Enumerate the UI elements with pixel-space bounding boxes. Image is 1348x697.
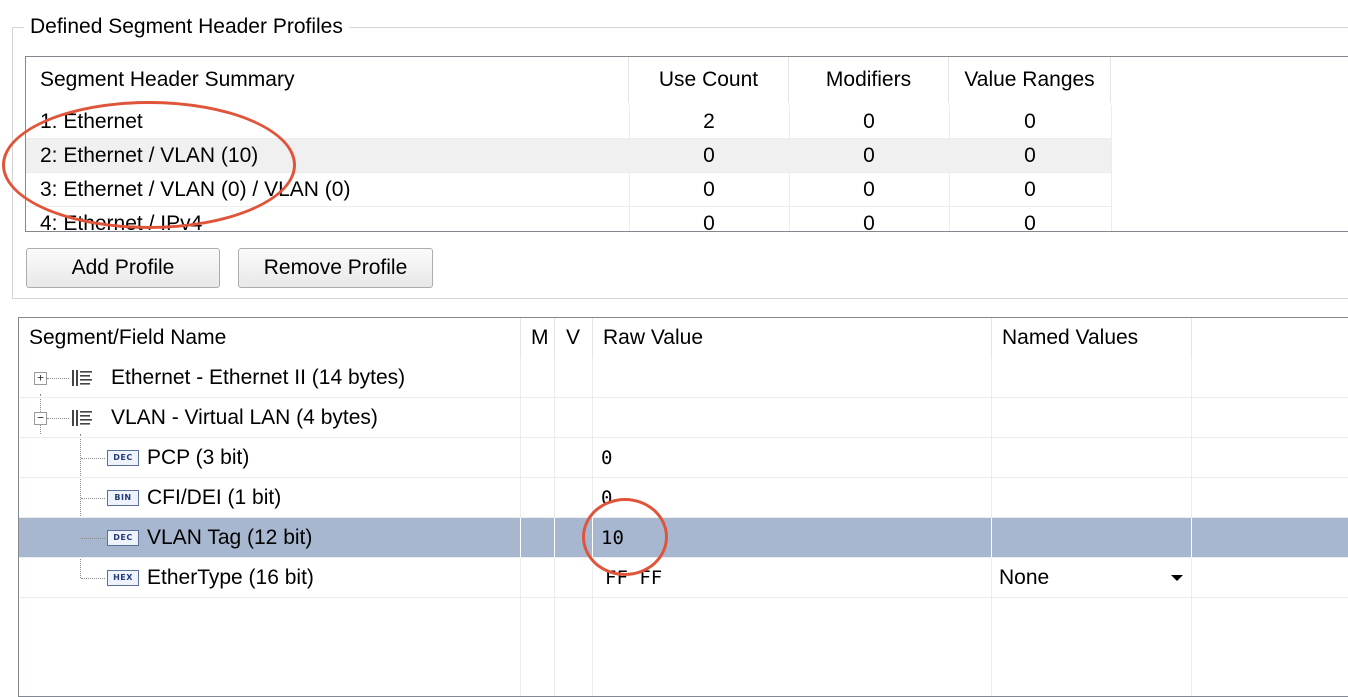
profile-row[interactable]: 4: Ethernet / IPv4 0 0 0 [26, 207, 1111, 232]
dec-type-icon: DEC [107, 530, 139, 546]
header-value-ranges[interactable]: Value Ranges [949, 57, 1111, 103]
expand-icon[interactable]: + [34, 372, 47, 385]
hex-type-icon: HEX [107, 570, 139, 586]
raw-value[interactable]: FF FF [605, 558, 662, 598]
profile-value-ranges: 0 [1024, 178, 1036, 201]
header-raw-value[interactable]: Raw Value [593, 318, 992, 356]
col-divider [1111, 105, 1112, 231]
raw-value[interactable]: 0 [601, 478, 612, 518]
segment-icon [72, 370, 92, 386]
field-name: EtherType (16 bit) [147, 566, 314, 589]
group-title: Defined Segment Header Profiles [24, 14, 349, 40]
raw-value[interactable]: 0 [601, 438, 612, 478]
tree-row-field[interactable]: HEX EtherType (16 bit) FF FF None [19, 558, 1348, 598]
field-name: VLAN Tag (12 bit) [147, 526, 313, 549]
profile-use-count: 0 [703, 212, 715, 232]
tree-line [47, 378, 69, 379]
tree-row-field[interactable]: BIN CFI/DEI (1 bit) 0 [19, 478, 1348, 518]
segment-icon [72, 410, 92, 426]
profile-modifiers: 0 [863, 178, 875, 201]
profile-use-count: 0 [703, 144, 715, 167]
field-name: PCP (3 bit) [147, 446, 250, 469]
fields-tree-table[interactable]: Segment/Field Name M V Raw Value Named V… [18, 317, 1348, 697]
profile-row[interactable]: 3: Ethernet / VLAN (0) / VLAN (0) 0 0 0 [26, 173, 1111, 207]
profile-modifiers: 0 [863, 212, 875, 232]
tree-row-field-selected[interactable]: DEC VLAN Tag (12 bit) 10 [19, 518, 1348, 558]
col-divider [592, 518, 593, 558]
chevron-down-icon[interactable] [1171, 575, 1183, 581]
profile-value-ranges: 0 [1024, 212, 1036, 232]
field-name: VLAN - Virtual LAN (4 bytes) [111, 406, 378, 429]
profile-summary: 4: Ethernet / IPv4 [40, 212, 203, 232]
tree-line [81, 498, 105, 499]
profile-row[interactable]: 1: Ethernet 2 0 0 [26, 105, 1111, 139]
named-value-select[interactable]: None [999, 558, 1049, 598]
profile-value-ranges: 0 [1024, 144, 1036, 167]
raw-value[interactable]: 10 [601, 518, 624, 558]
add-profile-button[interactable]: Add Profile [26, 248, 220, 288]
header-v[interactable]: V [555, 318, 593, 356]
header-modifiers[interactable]: Modifiers [789, 57, 949, 103]
tree-row-segment[interactable]: − VLAN - Virtual LAN (4 bytes) [19, 398, 1348, 438]
profile-summary: 1: Ethernet [40, 110, 143, 133]
profile-summary: 3: Ethernet / VLAN (0) / VLAN (0) [40, 178, 351, 201]
header-m[interactable]: M [521, 318, 555, 356]
field-name: Ethernet - Ethernet II (14 bytes) [111, 366, 406, 389]
tree-row-field[interactable]: DEC PCP (3 bit) 0 [19, 438, 1348, 478]
profiles-table-header: Segment Header Summary Use Count Modifie… [26, 57, 1348, 105]
profile-row-selected[interactable]: 2: Ethernet / VLAN (10) 0 0 0 [26, 139, 1111, 173]
tree-row-segment[interactable]: + Ethernet - Ethernet II (14 bytes) [19, 358, 1348, 398]
header-field-name[interactable]: Segment/Field Name [19, 318, 521, 356]
tree-line [81, 538, 105, 539]
tree-line [47, 418, 69, 419]
header-named-values[interactable]: Named Values [992, 318, 1192, 356]
tree-line [81, 458, 105, 459]
field-name: CFI/DEI (1 bit) [147, 486, 282, 509]
header-summary[interactable]: Segment Header Summary [26, 57, 629, 103]
col-divider [1191, 518, 1192, 558]
profile-modifiers: 0 [863, 144, 875, 167]
header-use-count[interactable]: Use Count [629, 57, 789, 103]
profile-summary: 2: Ethernet / VLAN (10) [40, 144, 259, 167]
col-divider [991, 518, 992, 558]
dec-type-icon: DEC [107, 450, 139, 466]
fields-table-header: Segment/Field Name M V Raw Value Named V… [19, 318, 1348, 356]
profile-use-count: 0 [703, 178, 715, 201]
profile-use-count: 2 [703, 110, 715, 133]
remove-profile-button[interactable]: Remove Profile [238, 248, 433, 288]
profile-modifiers: 0 [863, 110, 875, 133]
bin-type-icon: BIN [107, 490, 139, 506]
collapse-icon[interactable]: − [34, 412, 47, 425]
profile-value-ranges: 0 [1024, 110, 1036, 133]
col-divider [554, 518, 555, 558]
tree-line [81, 578, 105, 579]
col-divider [520, 518, 521, 558]
profiles-table[interactable]: Segment Header Summary Use Count Modifie… [25, 56, 1348, 232]
